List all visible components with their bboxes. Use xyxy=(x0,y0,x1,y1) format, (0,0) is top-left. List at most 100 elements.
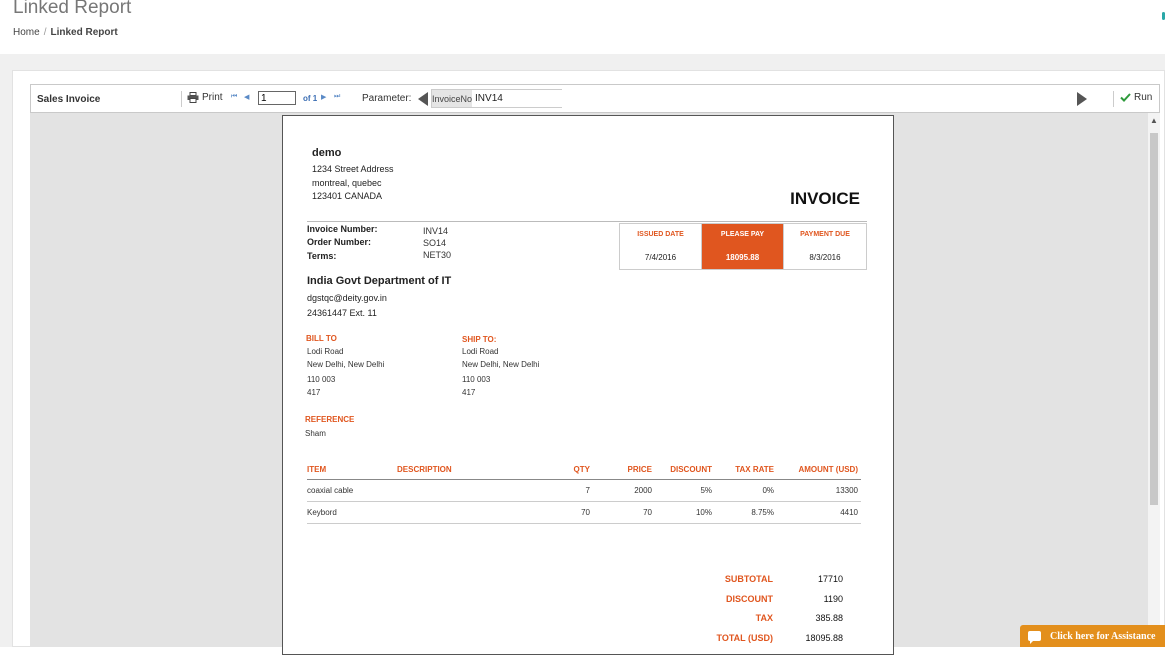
column-header-description: DESCRIPTION xyxy=(395,462,547,480)
bill-to-line: 110 003 xyxy=(307,375,336,384)
invoice-page: demo 1234 Street Address montreal, quebe… xyxy=(282,115,894,655)
tax-rate-cell: 8.75% xyxy=(715,501,777,524)
tax-label: TAX xyxy=(755,613,773,623)
viewer-scrollbar[interactable]: ▲ xyxy=(1148,113,1160,647)
next-page-icon[interactable]: ▶ xyxy=(321,93,326,101)
invoice-number-label: Invoice Number: xyxy=(307,224,378,234)
scrollbar-thumb[interactable] xyxy=(1150,133,1158,505)
column-header-qty: QTY xyxy=(547,462,593,480)
column-header-amount: AMOUNT (USD) xyxy=(777,462,861,480)
issued-date-cell: ISSUED DATE 7/4/2016 xyxy=(620,224,702,269)
parameter-field: InvoiceNo xyxy=(431,89,611,108)
discount-value: 1190 xyxy=(823,593,843,604)
description-cell xyxy=(395,501,547,524)
order-number-value: SO14 xyxy=(423,238,447,248)
last-page-icon[interactable]: ⏭ xyxy=(334,93,340,101)
checkmark-icon xyxy=(1120,93,1131,102)
company-address-line: montreal, quebec xyxy=(312,178,382,188)
issued-date-label: ISSUED DATE xyxy=(637,231,684,238)
order-number-label: Order Number: xyxy=(307,237,372,247)
item-cell: Keybord xyxy=(307,501,395,524)
page-title: Linked Report xyxy=(13,0,132,18)
company-name: demo xyxy=(312,147,342,159)
report-name: Sales Invoice xyxy=(37,94,101,105)
print-label: Print xyxy=(202,92,223,103)
tax-rate-cell: 0% xyxy=(715,479,777,502)
invoice-summary: ISSUED DATE 7/4/2016 PLEASE PAY 18095.88… xyxy=(619,223,867,270)
discount-cell: 5% xyxy=(655,479,715,502)
invoice-number-input[interactable] xyxy=(472,90,611,107)
subtotal-value: 17710 xyxy=(817,574,843,584)
reference-value: Sham xyxy=(305,429,326,438)
prev-page-icon[interactable]: ◀ xyxy=(244,93,249,101)
amount-cell: 13300 xyxy=(777,479,861,502)
subtotal-row: SUBTOTAL 17710 xyxy=(643,574,843,594)
payment-due-value: 8/3/2016 xyxy=(809,253,841,262)
please-pay-value: 18095.88 xyxy=(725,253,760,262)
breadcrumb: Home / Linked Report xyxy=(13,27,118,38)
toolbar-divider xyxy=(1113,91,1114,107)
scroll-up-icon[interactable]: ▲ xyxy=(1150,117,1158,125)
discount-label: DISCOUNT xyxy=(726,593,773,604)
run-label: Run xyxy=(1134,92,1153,103)
run-button[interactable]: Run xyxy=(1120,92,1152,103)
amount-cell: 4410 xyxy=(777,501,861,524)
discount-cell: 10% xyxy=(655,501,715,524)
company-address-line: 123401 CANADA xyxy=(312,191,383,201)
page-number-input[interactable] xyxy=(258,91,296,105)
company-address-line: 1234 Street Address xyxy=(312,164,394,174)
toolbar-divider xyxy=(181,91,182,107)
parameter-label: Parameter: xyxy=(362,93,412,104)
customer-phone: 24361447 Ext. 11 xyxy=(307,308,377,318)
table-header-row: ITEM DESCRIPTION QTY PRICE DISCOUNT TAX … xyxy=(307,462,861,480)
collapse-parameters-icon[interactable] xyxy=(418,92,428,106)
bill-to-line: Lodi Road xyxy=(307,347,344,356)
expand-parameters-icon[interactable] xyxy=(1077,92,1087,106)
please-pay-label: PLEASE PAY xyxy=(720,231,765,238)
bill-to-line: New Delhi, New Delhi xyxy=(307,360,385,369)
ship-to-line: 110 003 xyxy=(462,375,491,384)
total-value: 18095.88 xyxy=(805,632,843,643)
assistance-chat-button[interactable]: Click here for Assistance xyxy=(1020,625,1165,647)
payment-due-label: PAYMENT DUE xyxy=(800,231,850,238)
total-row: TOTAL (USD) 18095.88 xyxy=(643,632,844,653)
ship-to-line: New Delhi, New Delhi xyxy=(462,360,540,369)
column-header-price: PRICE xyxy=(593,462,655,480)
invoice-title: INVOICE xyxy=(790,189,860,208)
report-toolbar: Sales Invoice Print ⏮ ◀ of 1 ▶ ⏭ Paramet… xyxy=(30,84,1160,113)
parameter-name: InvoiceNo xyxy=(432,90,473,107)
customer-email: dgstqc@deity.gov.in xyxy=(307,293,387,303)
total-label: TOTAL (USD) xyxy=(716,632,774,643)
qty-cell: 70 xyxy=(547,501,593,524)
print-button[interactable]: Print xyxy=(187,92,223,103)
ship-to-label: SHIP TO: xyxy=(462,335,497,344)
terms-label: Terms: xyxy=(307,251,337,261)
item-cell: coaxial cable xyxy=(307,479,395,502)
page-header: Linked Report Home / Linked Report xyxy=(0,0,1165,54)
column-header-item: ITEM xyxy=(307,462,395,480)
column-header-discount: DISCOUNT xyxy=(655,462,715,480)
line-items-table: ITEM DESCRIPTION QTY PRICE DISCOUNT TAX … xyxy=(307,462,861,524)
breadcrumb-home[interactable]: Home xyxy=(13,27,40,38)
qty-cell: 7 xyxy=(547,479,593,502)
first-page-icon[interactable]: ⏮ xyxy=(231,93,237,101)
bill-to-label: BILL TO xyxy=(306,334,337,343)
totals-block: SUBTOTAL 17710 DISCOUNT 1190 TAX 385.88 … xyxy=(643,574,844,653)
reference-label: REFERENCE xyxy=(305,415,355,424)
tax-row: TAX 385.88 xyxy=(643,613,843,633)
payment-due-cell: PAYMENT DUE 8/3/2016 xyxy=(784,224,866,269)
table-row: Keybord 70 70 10% 8.75% 4410 xyxy=(307,501,861,524)
discount-row: DISCOUNT 1190 xyxy=(643,594,843,614)
please-pay-cell: PLEASE PAY 18095.88 xyxy=(702,224,784,269)
terms-value: NET30 xyxy=(423,250,452,260)
ship-to-line: Lodi Road xyxy=(462,347,499,356)
tax-value: 385.88 xyxy=(815,613,843,623)
invoice-number-value: INV14 xyxy=(423,226,449,236)
table-row: coaxial cable 7 2000 5% 0% 13300 xyxy=(307,479,861,502)
column-header-tax-rate: TAX RATE xyxy=(715,462,777,480)
ship-to-line: 417 xyxy=(462,388,476,397)
customer-name: India Govt Department of IT xyxy=(307,275,452,287)
issued-date-value: 7/4/2016 xyxy=(644,253,677,262)
price-cell: 70 xyxy=(593,501,655,524)
printer-icon xyxy=(187,92,199,103)
